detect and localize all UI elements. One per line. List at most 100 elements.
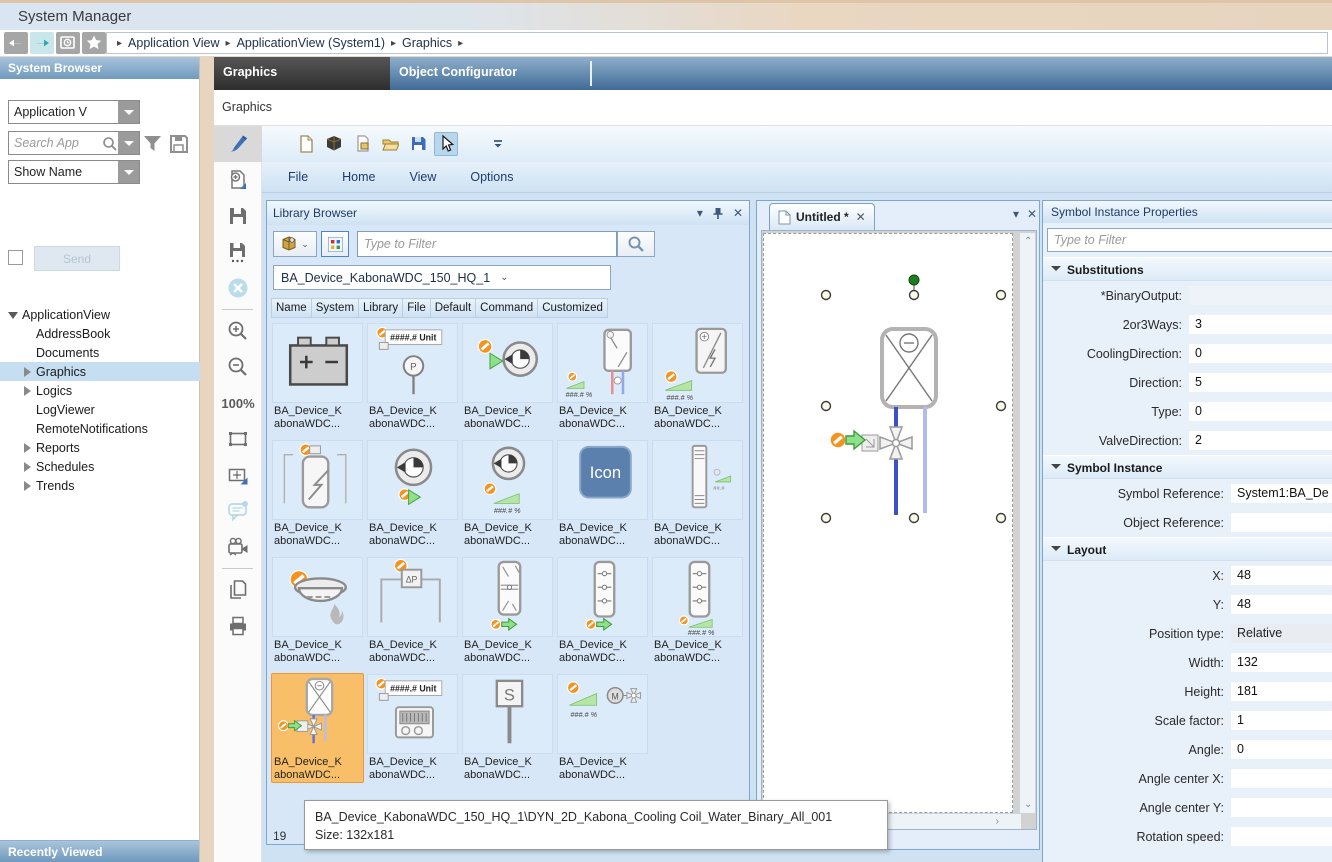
property-value-field[interactable]: 3 (1189, 315, 1332, 334)
property-value-field[interactable]: 2 (1189, 431, 1332, 450)
section-header-layout[interactable]: Layout (1043, 537, 1332, 561)
symbol-tile[interactable]: ##.#BA_Device_KabonaWDC... (651, 439, 744, 549)
symbol-tile[interactable]: BA_Device_KabonaWDC... (271, 439, 364, 549)
symbol-tile[interactable]: BA_Device_KabonaWDC... (461, 322, 554, 432)
save-as-button[interactable] (214, 234, 262, 270)
symbol-tile[interactable]: ###.# %BA_Device_KabonaWDC... (651, 556, 744, 666)
rotate-handle[interactable] (909, 275, 919, 285)
tree-item-addressbook[interactable]: AddressBook (0, 324, 200, 343)
zoom-in-button[interactable] (214, 313, 262, 349)
symbol-tile[interactable]: SBA_Device_KabonaWDC... (461, 673, 554, 783)
symbol-tile-selected[interactable]: BA_Device_KabonaWDC... (271, 673, 364, 783)
property-value-field[interactable] (1231, 513, 1332, 532)
symbol-tile[interactable]: ####.# UnitPBA_Device_KabonaWDC... (366, 322, 459, 432)
close-icon[interactable]: ✕ (733, 206, 743, 220)
breadcrumb-item[interactable]: Graphics (402, 36, 452, 50)
canvas-document-tab[interactable]: Untitled * ✕ (769, 203, 875, 230)
pin-icon[interactable] (712, 207, 724, 220)
expander-right-icon[interactable] (22, 462, 32, 472)
canvas-viewport[interactable]: ⌃ ⌄ › (761, 230, 1037, 830)
symbol-tile[interactable]: ###.# %BA_Device_KabonaWDC... (556, 322, 649, 432)
tree-item-applicationview[interactable]: ApplicationView (0, 305, 200, 324)
property-value-field[interactable]: 1 (1231, 711, 1332, 730)
library-dropdown[interactable]: BA_Device_KabonaWDC_150_HQ_1 ⌄ (273, 265, 611, 290)
property-value-field[interactable] (1189, 286, 1332, 305)
symbol-tile[interactable]: ###.# %MBA_Device_KabonaWDC... (556, 673, 649, 783)
breadcrumb-item[interactable]: ApplicationView (System1) (237, 36, 385, 50)
menu-options[interactable]: Options (470, 170, 513, 184)
zoom-level-button[interactable]: 100% (214, 385, 262, 421)
canvas-symbol-selection[interactable] (762, 231, 1020, 830)
send-checkbox[interactable] (8, 250, 23, 265)
send-button[interactable]: Send (34, 246, 120, 271)
deploy-button[interactable] (322, 132, 346, 156)
tree-item-graphics[interactable]: Graphics (0, 362, 200, 381)
scroll-down-icon[interactable]: ⌄ (1024, 799, 1032, 810)
breadcrumb-item[interactable]: Application View (128, 36, 220, 50)
save-filter-icon[interactable] (168, 133, 190, 155)
column-header-name[interactable]: Name (271, 298, 312, 318)
new-graphic-button[interactable] (214, 162, 262, 198)
comment-button[interactable] (214, 493, 262, 529)
symbol-tile[interactable]: IconBA_Device_KabonaWDC... (556, 439, 649, 549)
camera-button[interactable] (214, 529, 262, 565)
save-button[interactable] (406, 132, 430, 156)
property-value-field[interactable]: 48 (1231, 595, 1332, 614)
symbol-tile[interactable]: ###.# %BA_Device_KabonaWDC... (461, 439, 554, 549)
print-button[interactable] (214, 608, 262, 644)
tree-item-logics[interactable]: Logics (0, 381, 200, 400)
back-button[interactable] (4, 32, 28, 54)
chevron-down-icon[interactable] (118, 161, 139, 183)
menu-home[interactable]: Home (342, 170, 375, 184)
property-value-field[interactable]: System1:BA_De (1231, 484, 1332, 503)
breadcrumb[interactable]: ▸Application View▸ApplicationView (Syste… (106, 32, 1328, 54)
symbol-tile[interactable]: BA_Device_KabonaWDC... (556, 556, 649, 666)
view-mode-button[interactable] (321, 231, 349, 257)
tab-object-configurator[interactable]: Object Configurator (390, 57, 588, 90)
tree-item-logviewer[interactable]: LogViewer (0, 400, 200, 419)
history-button[interactable] (56, 32, 80, 54)
view-selector-dropdown[interactable]: Application V (8, 100, 140, 124)
close-tab-icon[interactable]: ✕ (856, 210, 866, 224)
zoom-out-button[interactable] (214, 349, 262, 385)
menu-view[interactable]: View (410, 170, 437, 184)
column-header-default[interactable]: Default (431, 298, 476, 318)
menu-file[interactable]: File (288, 170, 308, 184)
column-header-library[interactable]: Library (359, 298, 403, 318)
library-search-button[interactable] (617, 231, 655, 257)
property-value-field[interactable] (1231, 798, 1332, 817)
expander-right-icon[interactable] (22, 443, 32, 453)
symbol-tile[interactable]: BA_Device_KabonaWDC... (366, 439, 459, 549)
library-filter-input[interactable] (357, 231, 617, 257)
column-header-customized[interactable]: Customized (538, 298, 608, 318)
properties-filter-input[interactable] (1047, 228, 1332, 252)
property-value-field[interactable]: 0 (1231, 740, 1332, 759)
property-value-field[interactable]: 0 (1189, 344, 1332, 363)
scroll-up-icon[interactable]: ⌃ (1024, 236, 1032, 247)
zoom-rect-button[interactable] (214, 421, 262, 457)
panel-menu-icon[interactable]: ▾ (697, 206, 703, 220)
close-icon[interactable]: ✕ (1027, 207, 1037, 221)
new-document-button[interactable] (294, 132, 318, 156)
symbol-tile[interactable]: ####.# UnitBA_Device_KabonaWDC... (366, 673, 459, 783)
tree-item-trends[interactable]: Trends (0, 476, 200, 495)
align-center-button[interactable] (214, 457, 262, 493)
tree-item-remotenotifications[interactable]: RemoteNotifications (0, 419, 200, 438)
edit-pen-button[interactable] (214, 126, 262, 162)
symbol-tile[interactable]: BA_Device_KabonaWDC... (461, 556, 554, 666)
export-page-button[interactable] (350, 132, 374, 156)
open-folder-button[interactable] (378, 132, 402, 156)
property-value-field[interactable]: 181 (1231, 682, 1332, 701)
chevron-down-icon[interactable] (118, 132, 139, 154)
property-value-field[interactable]: 0 (1189, 402, 1332, 421)
tree-item-reports[interactable]: Reports (0, 438, 200, 457)
property-value-field[interactable]: 5 (1189, 373, 1332, 392)
section-header-symbol-instance[interactable]: Symbol Instance (1043, 455, 1332, 479)
symbol-tile[interactable]: ΔPBA_Device_KabonaWDC... (366, 556, 459, 666)
column-header-file[interactable]: File (403, 298, 431, 318)
forward-button[interactable] (30, 32, 54, 54)
expander-right-icon[interactable] (22, 481, 32, 491)
scroll-right-icon[interactable]: › (996, 816, 999, 827)
library-source-button[interactable]: ⌄ (273, 231, 317, 257)
search-input[interactable]: Search App (8, 131, 140, 155)
